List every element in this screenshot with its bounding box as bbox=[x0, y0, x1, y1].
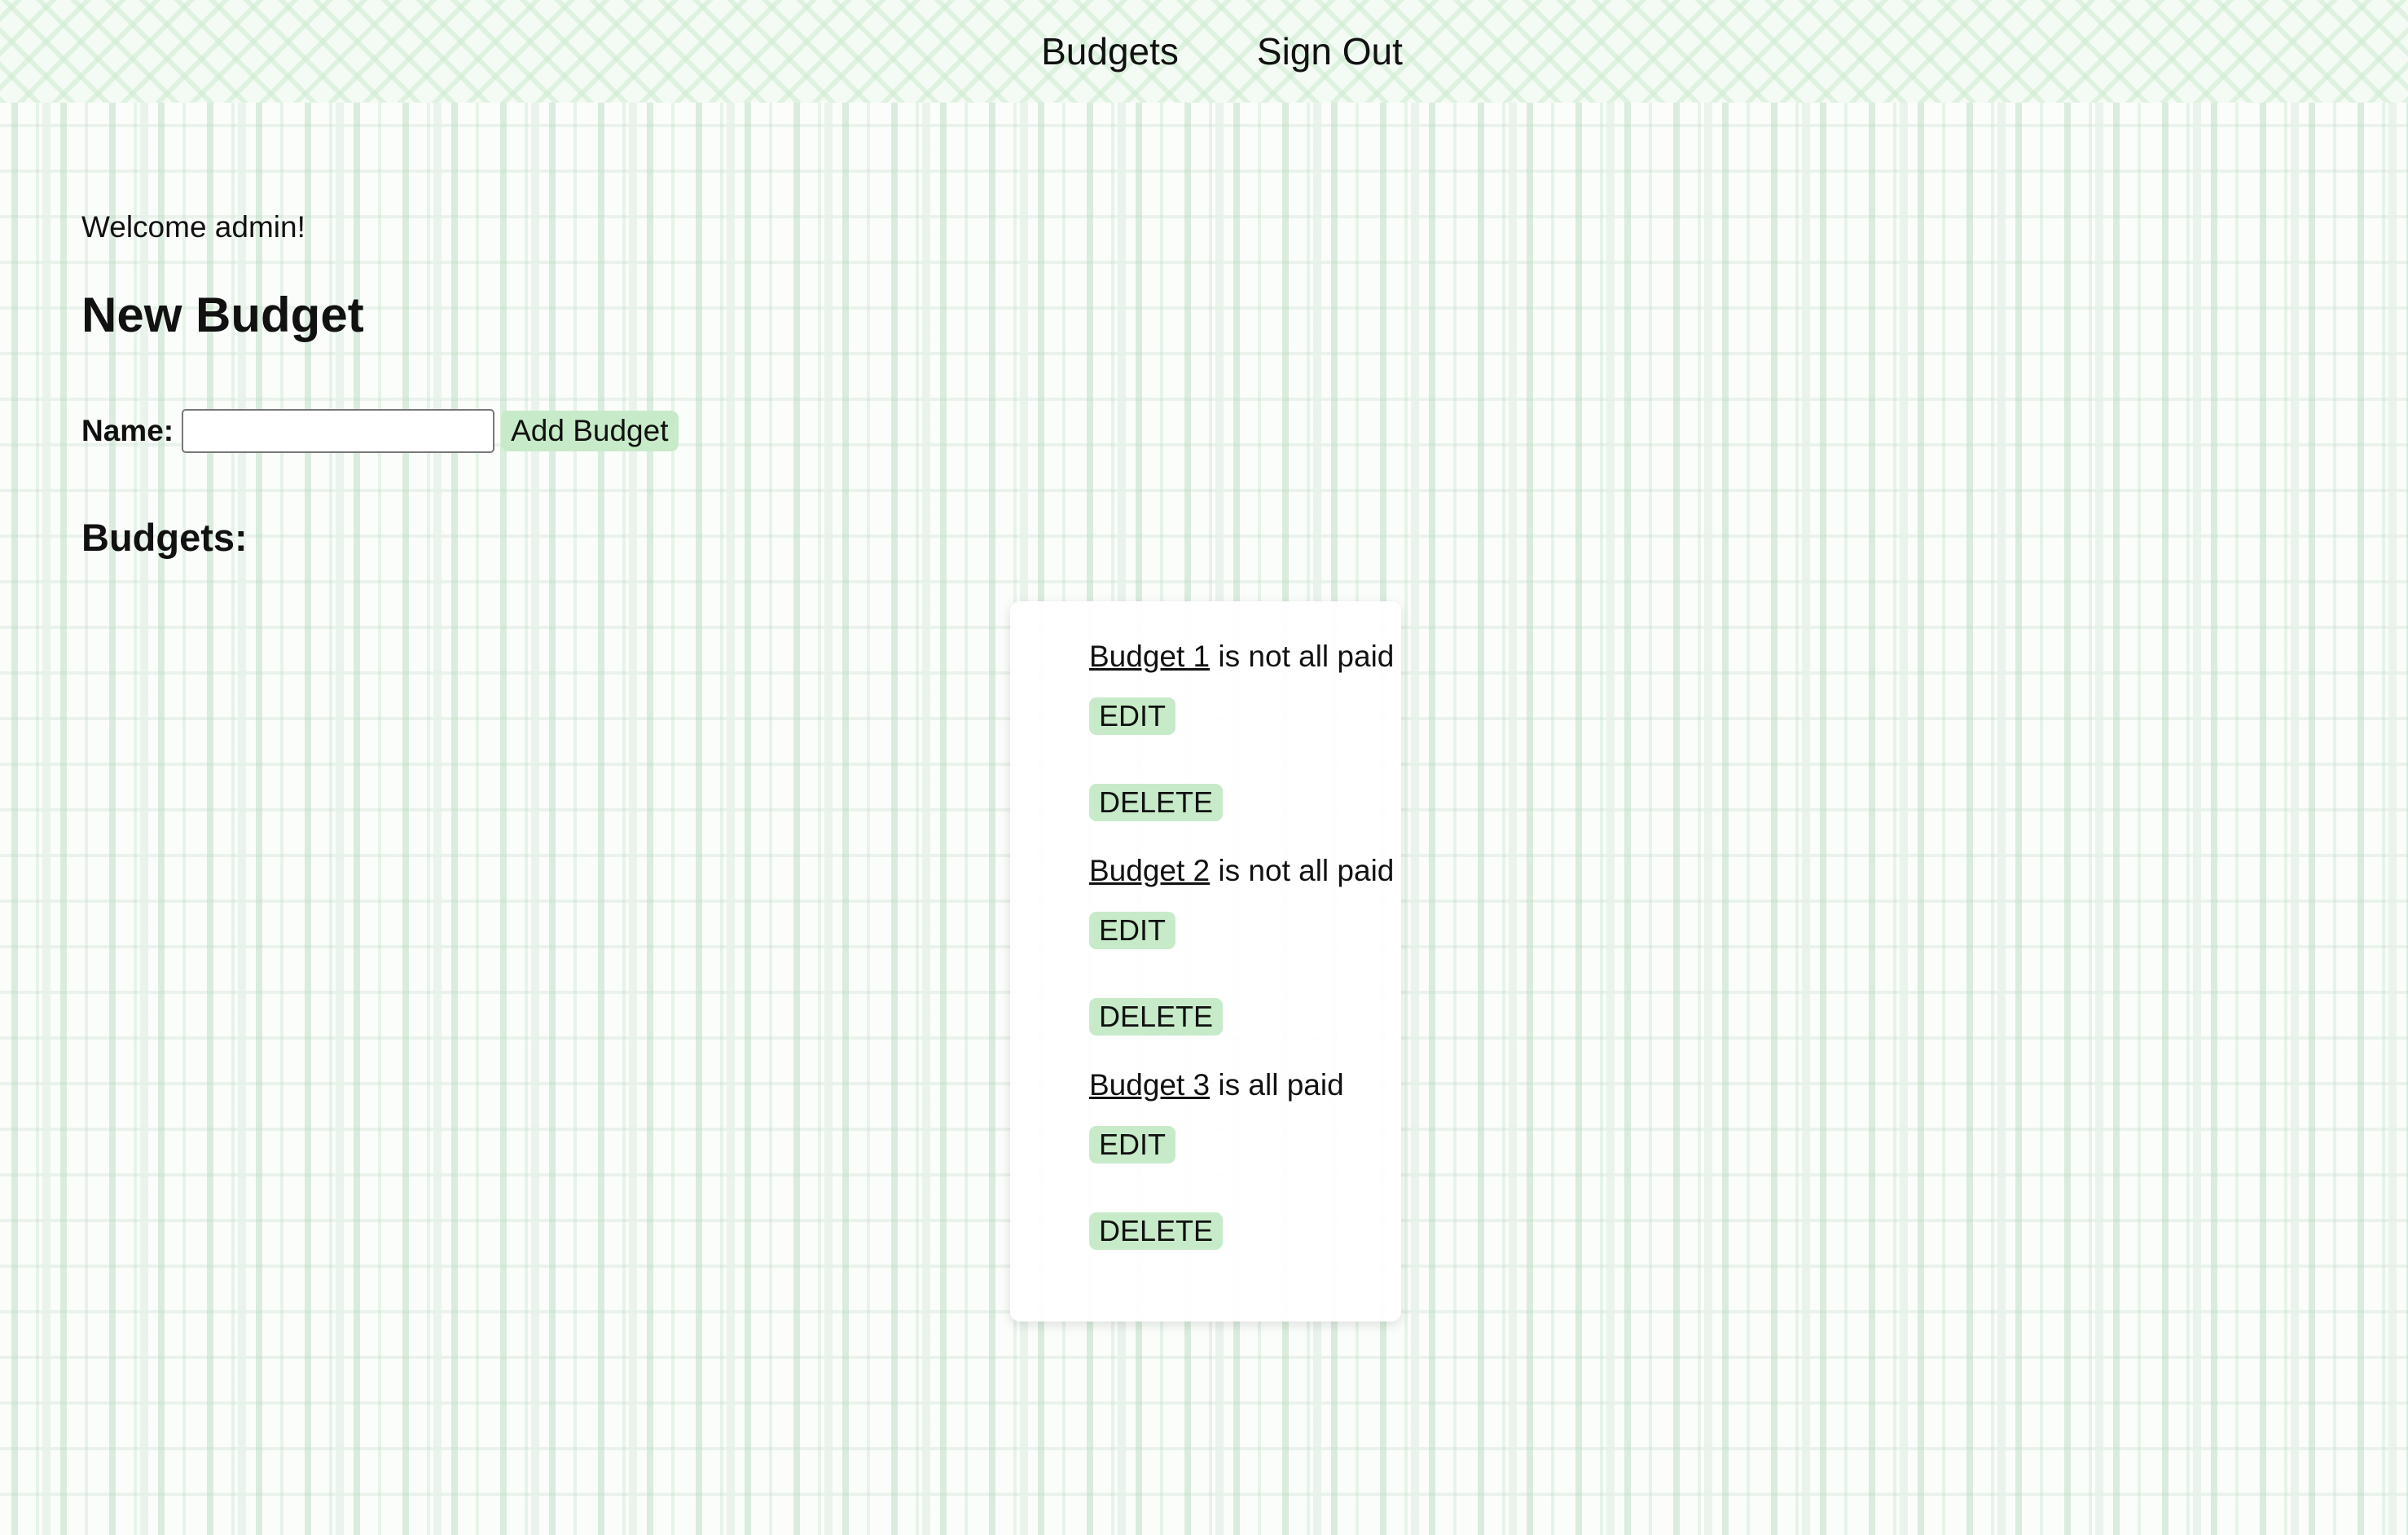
budget-item: Budget 3 is all paid EDIT DELETE bbox=[1089, 1069, 1401, 1283]
edit-budget-button[interactable]: EDIT bbox=[1089, 1126, 1176, 1163]
edit-budget-button[interactable]: EDIT bbox=[1089, 697, 1176, 735]
edit-budget-button[interactable]: EDIT bbox=[1089, 912, 1176, 949]
budget-item: Budget 1 is not all paid EDIT DELETE bbox=[1089, 640, 1401, 855]
budget-status: is all paid bbox=[1218, 1068, 1344, 1102]
budget-status: is not all paid bbox=[1218, 640, 1395, 673]
budgets-list-card: Budget 1 is not all paid EDIT DELETE Bud… bbox=[1010, 601, 1401, 1322]
budget-line: Budget 1 is not all paid bbox=[1089, 640, 1401, 673]
budget-name-input[interactable] bbox=[182, 409, 495, 453]
nav-signout-link[interactable]: Sign Out bbox=[1257, 29, 1403, 73]
budget-link[interactable]: Budget 1 bbox=[1089, 640, 1210, 673]
budget-line: Budget 2 is not all paid bbox=[1089, 855, 1401, 887]
budget-link[interactable]: Budget 2 bbox=[1089, 854, 1210, 887]
welcome-message: Welcome admin! bbox=[81, 210, 305, 244]
nav-budgets-link[interactable]: Budgets bbox=[1041, 29, 1179, 73]
delete-budget-button[interactable]: DELETE bbox=[1089, 1212, 1224, 1250]
budget-line: Budget 3 is all paid bbox=[1089, 1069, 1401, 1102]
budget-status: is not all paid bbox=[1218, 854, 1395, 887]
budget-item: Budget 2 is not all paid EDIT DELETE bbox=[1089, 855, 1401, 1069]
add-budget-button[interactable]: Add Budget bbox=[501, 411, 679, 451]
top-navigation: Budgets Sign Out bbox=[0, 0, 2408, 103]
budgets-heading: Budgets: bbox=[81, 516, 248, 559]
name-label: Name: bbox=[81, 414, 174, 447]
delete-budget-button[interactable]: DELETE bbox=[1089, 998, 1224, 1036]
new-budget-form: Name: Add Budget bbox=[81, 409, 679, 453]
new-budget-title: New Budget bbox=[81, 288, 364, 342]
budget-link[interactable]: Budget 3 bbox=[1089, 1068, 1210, 1102]
delete-budget-button[interactable]: DELETE bbox=[1089, 784, 1224, 821]
